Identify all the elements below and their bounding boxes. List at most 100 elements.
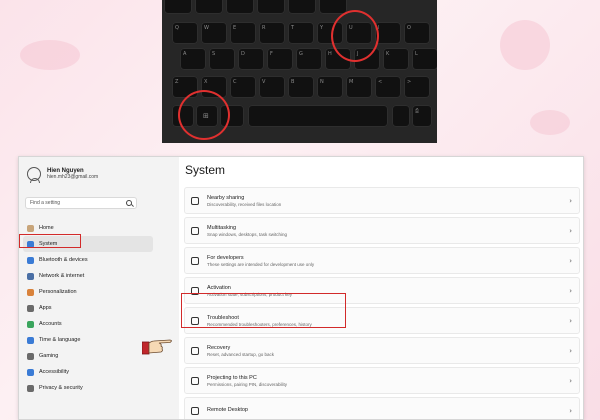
chevron-right-icon: › xyxy=(569,257,572,265)
setting-icon xyxy=(191,256,199,265)
keyboard-key: K xyxy=(383,48,409,70)
setting-row-for-developers[interactable]: For developers These settings are intende… xyxy=(184,247,580,274)
setting-subtitle: Permissions, pairing PIN, discoverabilit… xyxy=(207,381,288,387)
keyboard-key xyxy=(392,105,410,127)
setting-title: Nearby sharing xyxy=(207,194,245,201)
keyboard-key: 5 xyxy=(226,0,254,14)
chevron-right-icon: › xyxy=(569,317,572,325)
setting-icon xyxy=(191,406,199,415)
sidebar-item-network-internet[interactable]: Network & internet xyxy=(23,268,153,284)
setting-row-recovery[interactable]: Recovery Reset, advanced startup, go back… xyxy=(184,337,580,364)
sidebar-item-icon xyxy=(27,288,34,296)
keyboard-key: R xyxy=(259,22,285,44)
keyboard-key: Q xyxy=(172,22,198,44)
sidebar-item-label: Network & internet xyxy=(39,273,85,279)
sidebar-item-icon xyxy=(27,272,34,280)
setting-icon xyxy=(191,346,199,355)
keyboard-key: N xyxy=(317,76,343,98)
search-icon[interactable] xyxy=(126,200,132,206)
setting-title: Remote Desktop xyxy=(207,407,248,413)
sidebar-item-label: Time & language xyxy=(39,337,81,343)
highlight-box-system xyxy=(19,234,81,248)
sidebar-item-icon xyxy=(27,256,34,264)
setting-subtitle: Snap windows, desktops, task switching xyxy=(207,231,288,237)
chevron-right-icon: › xyxy=(569,287,572,295)
avatar-icon xyxy=(27,167,41,183)
keyboard-key: 7 xyxy=(288,0,316,14)
sidebar-item-time-language[interactable]: Time & language xyxy=(23,332,153,348)
main-content: System Nearby sharing Discoverability, re… xyxy=(179,157,583,419)
sidebar-item-icon xyxy=(27,320,34,328)
keyboard-key: 8 xyxy=(319,0,347,14)
highlight-box-troubleshoot xyxy=(181,293,346,328)
setting-icon xyxy=(191,196,199,205)
keyboard-key: A xyxy=(180,48,206,70)
keyboard-key: 4 xyxy=(195,0,223,14)
sidebar-item-label: Privacy & security xyxy=(39,385,83,391)
sidebar-item-personalization[interactable]: Personalization xyxy=(23,284,153,300)
background-blot xyxy=(20,40,80,70)
keyboard-key: 6 xyxy=(257,0,285,14)
background-blot xyxy=(500,20,550,70)
highlight-circle-windows-key xyxy=(178,90,230,140)
setting-title: Multitasking xyxy=(207,224,237,231)
keyboard-key: B xyxy=(288,76,314,98)
sidebar-item-label: Accounts xyxy=(39,321,62,327)
setting-row-nearby-sharing[interactable]: Nearby sharing Discoverability, received … xyxy=(184,187,580,214)
sidebar-item-gaming[interactable]: Gaming xyxy=(23,348,153,364)
keyboard-key: F xyxy=(267,48,293,70)
settings-window: Hien Nguyen hien.mh23@gmail.com Find a s… xyxy=(18,156,584,420)
keyboard-key: 3 xyxy=(164,0,192,14)
sidebar-item-icon xyxy=(27,304,34,312)
chevron-right-icon: › xyxy=(569,347,572,355)
sidebar-item-icon xyxy=(27,368,34,376)
keyboard-key: > xyxy=(404,76,430,98)
setting-icon xyxy=(191,226,199,235)
sidebar-item-label: Home xyxy=(39,225,54,231)
search-placeholder: Find a setting xyxy=(30,200,61,206)
sidebar-item-apps[interactable]: Apps xyxy=(23,300,153,316)
background-blot xyxy=(530,110,570,135)
sidebar: Hien Nguyen hien.mh23@gmail.com Find a s… xyxy=(19,157,179,419)
sidebar-item-label: Accessibility xyxy=(39,369,69,375)
sidebar-item-icon xyxy=(27,384,34,392)
setting-subtitle: Reset, advanced startup, go back xyxy=(207,351,275,357)
sidebar-item-label: Gaming xyxy=(39,353,59,359)
keyboard-key: T xyxy=(288,22,314,44)
keyboard-key: W xyxy=(201,22,227,44)
setting-row-multitasking[interactable]: Multitasking Snap windows, desktops, task… xyxy=(184,217,580,244)
user-email: hien.mh23@gmail.com xyxy=(47,174,99,180)
keyboard-key: L xyxy=(412,48,437,70)
chevron-right-icon: › xyxy=(569,227,572,235)
sidebar-item-label: Personalization xyxy=(39,289,77,295)
setting-icon xyxy=(191,376,199,385)
setting-row-projecting-to-this-pc[interactable]: Projecting to this PC Permissions, pairin… xyxy=(184,367,580,394)
sidebar-item-accessibility[interactable]: Accessibility xyxy=(23,364,153,380)
keyboard-key: C xyxy=(230,76,256,98)
sidebar-item-accounts[interactable]: Accounts xyxy=(23,316,153,332)
setting-subtitle: Discoverability, received files location xyxy=(207,201,282,207)
keyboard-photo: 345678QWERTYUIOASDFGHJKLZXCVBNM<>⊞⎙ xyxy=(162,0,437,143)
sidebar-item-bluetooth-devices[interactable]: Bluetooth & devices xyxy=(23,252,153,268)
sidebar-item-privacy-security[interactable]: Privacy & security xyxy=(23,380,153,396)
chevron-right-icon: › xyxy=(569,377,572,385)
highlight-circle-i-key xyxy=(331,10,379,62)
sidebar-item-label: Apps xyxy=(39,305,52,311)
keyboard-key: ⎙ xyxy=(412,105,432,127)
sidebar-item-label: Bluetooth & devices xyxy=(39,257,88,263)
setting-title: For developers xyxy=(207,254,244,261)
keyboard-key: G xyxy=(296,48,322,70)
setting-title: Projecting to this PC xyxy=(207,374,257,381)
page-title: System xyxy=(185,163,226,177)
setting-row-remote-desktop[interactable]: Remote Desktop › xyxy=(184,397,580,419)
sidebar-item-icon xyxy=(27,224,34,232)
setting-title: Activation xyxy=(207,284,231,291)
keyboard-key: < xyxy=(375,76,401,98)
sidebar-item-icon xyxy=(27,336,34,344)
search-input[interactable]: Find a setting xyxy=(25,197,137,209)
user-profile[interactable]: Hien Nguyen hien.mh23@gmail.com xyxy=(27,167,99,183)
keyboard-key: O xyxy=(404,22,430,44)
keyboard-key: M xyxy=(346,76,372,98)
chevron-right-icon: › xyxy=(569,407,572,415)
keyboard-key: V xyxy=(259,76,285,98)
